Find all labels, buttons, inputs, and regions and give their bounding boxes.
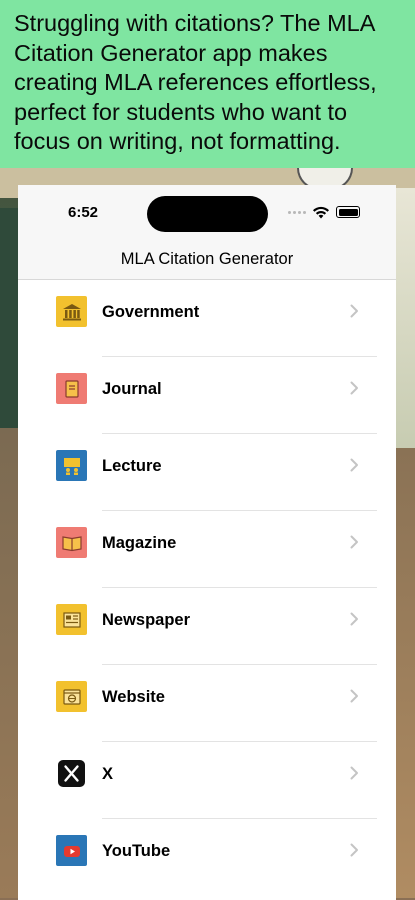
list-item-label: X [102,765,114,783]
list-item-website[interactable]: Website [18,665,396,742]
status-icons [288,205,360,219]
source-type-list: Government Journal Lecture Magazine News… [18,280,396,896]
list-item-magazine[interactable]: Magazine [18,511,396,588]
journal-icon [56,373,87,404]
list-item-newspaper[interactable]: Newspaper [18,588,396,665]
list-item-label: Lecture [102,457,162,475]
chevron-right-icon [350,535,358,549]
chevron-right-icon [350,689,358,703]
list-item-label: Newspaper [102,611,191,629]
dynamic-island [147,196,268,232]
lecture-icon [56,450,87,481]
x-logo-icon [56,758,87,789]
magazine-icon [56,527,87,558]
list-item-x[interactable]: X [18,742,396,819]
chevron-right-icon [350,458,358,472]
list-item-label: Website [102,688,165,706]
promo-banner: Struggling with citations? The MLA Citat… [0,0,415,168]
list-item-label: Journal [102,380,162,398]
government-building-icon [56,296,87,327]
promo-text: Struggling with citations? The MLA Citat… [14,10,377,154]
window-image [396,188,415,458]
list-item-label: YouTube [102,842,171,860]
navigation-bar: MLA Citation Generator [18,245,396,280]
status-time: 6:52 [68,204,99,221]
chevron-right-icon [350,304,358,318]
list-item-journal[interactable]: Journal [18,357,396,434]
desk-left-image [0,428,18,898]
chevron-right-icon [350,766,358,780]
page-title: MLA Citation Generator [120,249,294,268]
signal-icon [288,210,306,214]
wifi-icon [313,206,329,218]
status-bar: 6:52 [18,185,396,245]
chevron-right-icon [350,381,358,395]
chevron-right-icon [350,612,358,626]
list-item-youtube[interactable]: YouTube [18,819,396,896]
youtube-icon [56,835,87,866]
phone-screen: 6:52 MLA Citation Generator Government J… [18,185,396,900]
list-item-lecture[interactable]: Lecture [18,434,396,511]
chevron-right-icon [350,843,358,857]
newspaper-icon [56,604,87,635]
desk-right-image [396,448,415,898]
website-icon [56,681,87,712]
list-item-label: Magazine [102,534,177,552]
list-item-government[interactable]: Government [18,280,396,357]
list-item-label: Government [102,303,200,321]
battery-icon [336,206,360,218]
